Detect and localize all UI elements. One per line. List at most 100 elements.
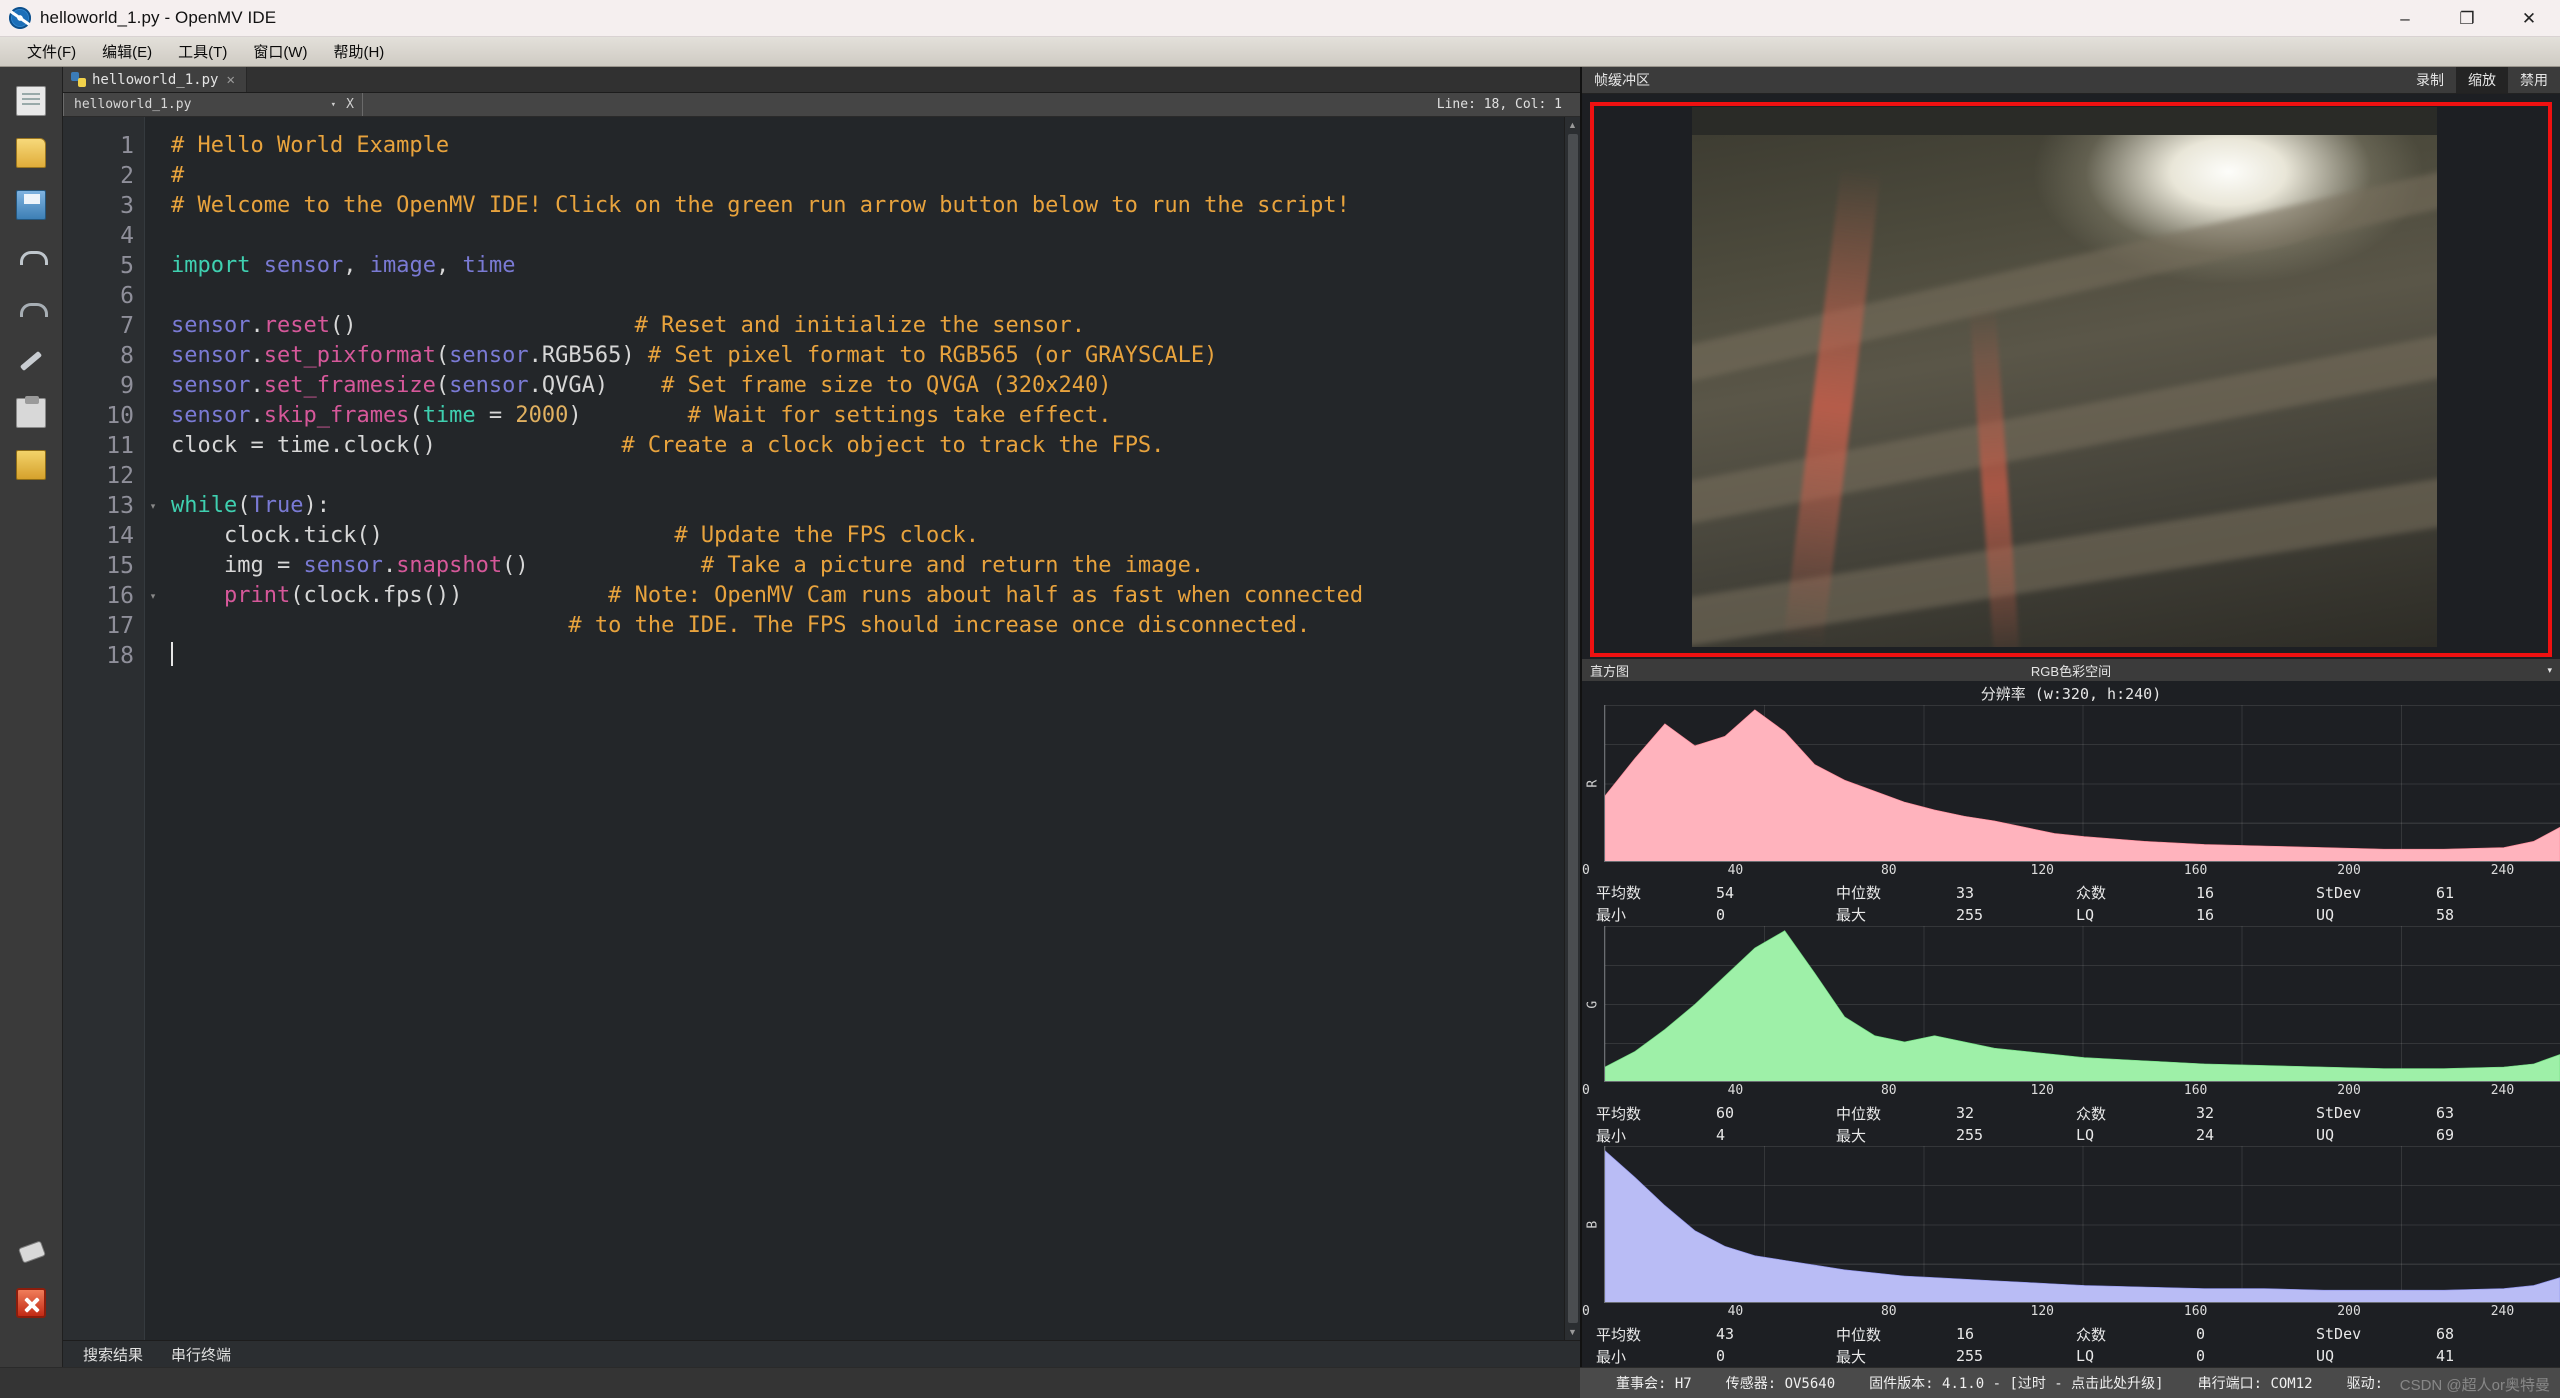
- menu-item-tools[interactable]: 工具(T): [165, 38, 240, 65]
- window-controls: – ❐ ✕: [2374, 0, 2560, 36]
- file-selector[interactable]: helloworld_1.py ▾ X: [63, 93, 363, 116]
- status-firmware[interactable]: 固件版本: 4.1.0 - [过时 - 点击此处升级]: [1869, 1373, 2163, 1393]
- channel-block-b: B 0 40 80 120 160 200 240 平均数 43 中位数 16 众数 0 S…: [1582, 1146, 2560, 1367]
- axis-tick: 160: [2183, 1304, 2208, 1320]
- axis-tick: 80: [1880, 862, 1897, 878]
- title-bar: helloworld_1.py - OpenMV IDE – ❐ ✕: [0, 0, 2560, 37]
- axis-tick: 240: [2490, 1304, 2515, 1320]
- axis-tick: 240: [2490, 862, 2515, 878]
- axis-tick: 160: [2183, 1083, 2208, 1099]
- maximize-button[interactable]: ❐: [2436, 0, 2498, 37]
- stat-label-lq-g: LQ: [2076, 1126, 2095, 1145]
- scroll-down-icon[interactable]: ▼: [1568, 1327, 1577, 1337]
- histogram-header: 直方图 RGB色彩空间 ▾: [1582, 659, 2560, 681]
- stat-label-mode-g: 众数: [2076, 1104, 2107, 1123]
- stat-value-min-r: 0: [1716, 905, 1726, 924]
- stats-r: 平均数 54 中位数 33 众数 16 StDev 61 最小 0 最大 255…: [1582, 882, 2560, 926]
- preview-top-strip: [1692, 107, 2437, 135]
- axis-tick: 120: [2030, 862, 2054, 878]
- status-port: 串行端口: COM12: [2197, 1376, 2313, 1392]
- preview-detail-1: [1692, 162, 2437, 388]
- axis-tick: 0: [1582, 1304, 1590, 1320]
- stat-label-max-g: 最大: [1836, 1126, 1867, 1145]
- stat-label-uq-g: UQ: [2316, 1126, 2335, 1145]
- plot-svg-g: [1605, 926, 2560, 1083]
- stat-label-mean-b: 平均数: [1596, 1325, 1642, 1344]
- stat-value-mode-b: 0: [2196, 1325, 2206, 1344]
- tools-button[interactable]: [11, 341, 51, 381]
- scroll-thumb[interactable]: [1567, 134, 1578, 1323]
- menu-item-edit[interactable]: 编辑(E): [89, 38, 165, 65]
- undo-button[interactable]: [11, 237, 51, 277]
- save-file-icon: [16, 190, 46, 220]
- paste-button[interactable]: [11, 393, 51, 433]
- zoom-button[interactable]: 缩放: [2456, 67, 2508, 93]
- status-bar-left: [0, 1368, 1580, 1398]
- stat-label-min-g: 最小: [1596, 1126, 1627, 1145]
- open-file-icon: [16, 138, 46, 168]
- tab-helloworld[interactable]: helloworld_1.py ✕: [63, 67, 247, 92]
- chevron-down-icon[interactable]: ▾: [331, 100, 336, 110]
- stop-button[interactable]: [11, 1283, 51, 1323]
- channel-block-r: R 0 40 80 120 160 200 240 平均数 54 中位数 33 众数 16 …: [1582, 705, 2560, 926]
- resolution-label: 分辨率 (w:320, h:240): [1582, 681, 2560, 705]
- stat-value-max-r: 255: [1956, 905, 1984, 924]
- connect-icon: [16, 1236, 46, 1266]
- stat-label-median-g: 中位数: [1836, 1104, 1882, 1123]
- framebuffer-view[interactable]: [1582, 94, 2560, 659]
- close-button[interactable]: ✕: [2498, 0, 2560, 37]
- stat-value-median-r: 33: [1956, 883, 1975, 902]
- paste-icon: [16, 396, 46, 428]
- tab-search-results[interactable]: 搜索结果: [83, 1344, 143, 1365]
- redo-button[interactable]: [11, 289, 51, 329]
- editor-scrollbar[interactable]: ▲ ▼: [1564, 117, 1580, 1340]
- axis-tick: 200: [2337, 1304, 2361, 1320]
- stop-icon: [16, 1288, 46, 1318]
- window-title: helloworld_1.py - OpenMV IDE: [40, 8, 277, 27]
- stat-value-lq-g: 24: [2196, 1126, 2215, 1145]
- tab-close-icon[interactable]: ✕: [224, 72, 236, 88]
- status-board: 董事会: H7: [1616, 1376, 1692, 1392]
- stat-label-mode-b: 众数: [2076, 1325, 2107, 1344]
- stat-value-mean-b: 43: [1716, 1325, 1735, 1344]
- open-file-button[interactable]: [11, 133, 51, 173]
- code-area: 1 2 3 4 5 6 7 8 9 10 11 12 13 14 15 16 17 18 ▾ ▾ # Hello W…: [63, 117, 1580, 1340]
- disable-button[interactable]: 禁用: [2508, 67, 2560, 93]
- axis-tick: 200: [2337, 862, 2361, 878]
- chart-row-b: B: [1582, 1146, 2560, 1304]
- code-text[interactable]: # Hello World Example # # Welcome to the O…: [161, 117, 1564, 1340]
- stat-label-median-r: 中位数: [1836, 884, 1882, 903]
- file-close-icon[interactable]: X: [346, 97, 354, 112]
- stat-label-stdev-g: StDev: [2316, 1104, 2362, 1123]
- stat-value-uq-r: 58: [2436, 905, 2455, 924]
- scroll-up-icon[interactable]: ▲: [1568, 120, 1577, 130]
- tab-serial-terminal[interactable]: 串行终端: [171, 1344, 231, 1365]
- axis-tick: 0: [1582, 862, 1590, 878]
- menu-item-window[interactable]: 窗口(W): [240, 38, 320, 65]
- tab-label: helloworld_1.py: [92, 71, 219, 88]
- stat-label-max-b: 最大: [1836, 1347, 1867, 1366]
- stat-label-lq-r: LQ: [2076, 905, 2095, 924]
- docs-button[interactable]: [11, 445, 51, 485]
- openmv-logo-icon: [9, 7, 31, 29]
- menu-item-file[interactable]: 文件(F): [14, 38, 89, 65]
- menu-item-help[interactable]: 帮助(H): [320, 38, 397, 65]
- minimize-button[interactable]: –: [2374, 0, 2436, 37]
- bottom-panel-tabs: 搜索结果 串行终端: [63, 1340, 1580, 1367]
- connect-button[interactable]: [11, 1231, 51, 1271]
- plot-svg-r: [1605, 705, 2560, 862]
- channel-label-r: R: [1585, 779, 1601, 788]
- axis-tick: 80: [1880, 1083, 1897, 1099]
- stat-value-stdev-b: 68: [2436, 1325, 2455, 1344]
- axis-tick: 120: [2030, 1083, 2054, 1099]
- x-axis-b: 0 40 80 120 160 200 240: [1582, 1303, 2560, 1323]
- status-driver: 驱动:: [2346, 1376, 2384, 1392]
- axis-tick: 160: [2183, 862, 2208, 878]
- framebuffer-buttons: 录制 缩放 禁用: [2404, 67, 2560, 93]
- status-sensor: 传感器: OV5640: [1725, 1376, 1836, 1392]
- record-button[interactable]: 录制: [2404, 67, 2456, 93]
- stats-g: 平均数 60 中位数 32 众数 32 StDev 63 最小 4 最大 255…: [1582, 1102, 2560, 1146]
- stat-value-uq-g: 69: [2436, 1126, 2455, 1145]
- new-file-button[interactable]: [11, 81, 51, 121]
- save-file-button[interactable]: [11, 185, 51, 225]
